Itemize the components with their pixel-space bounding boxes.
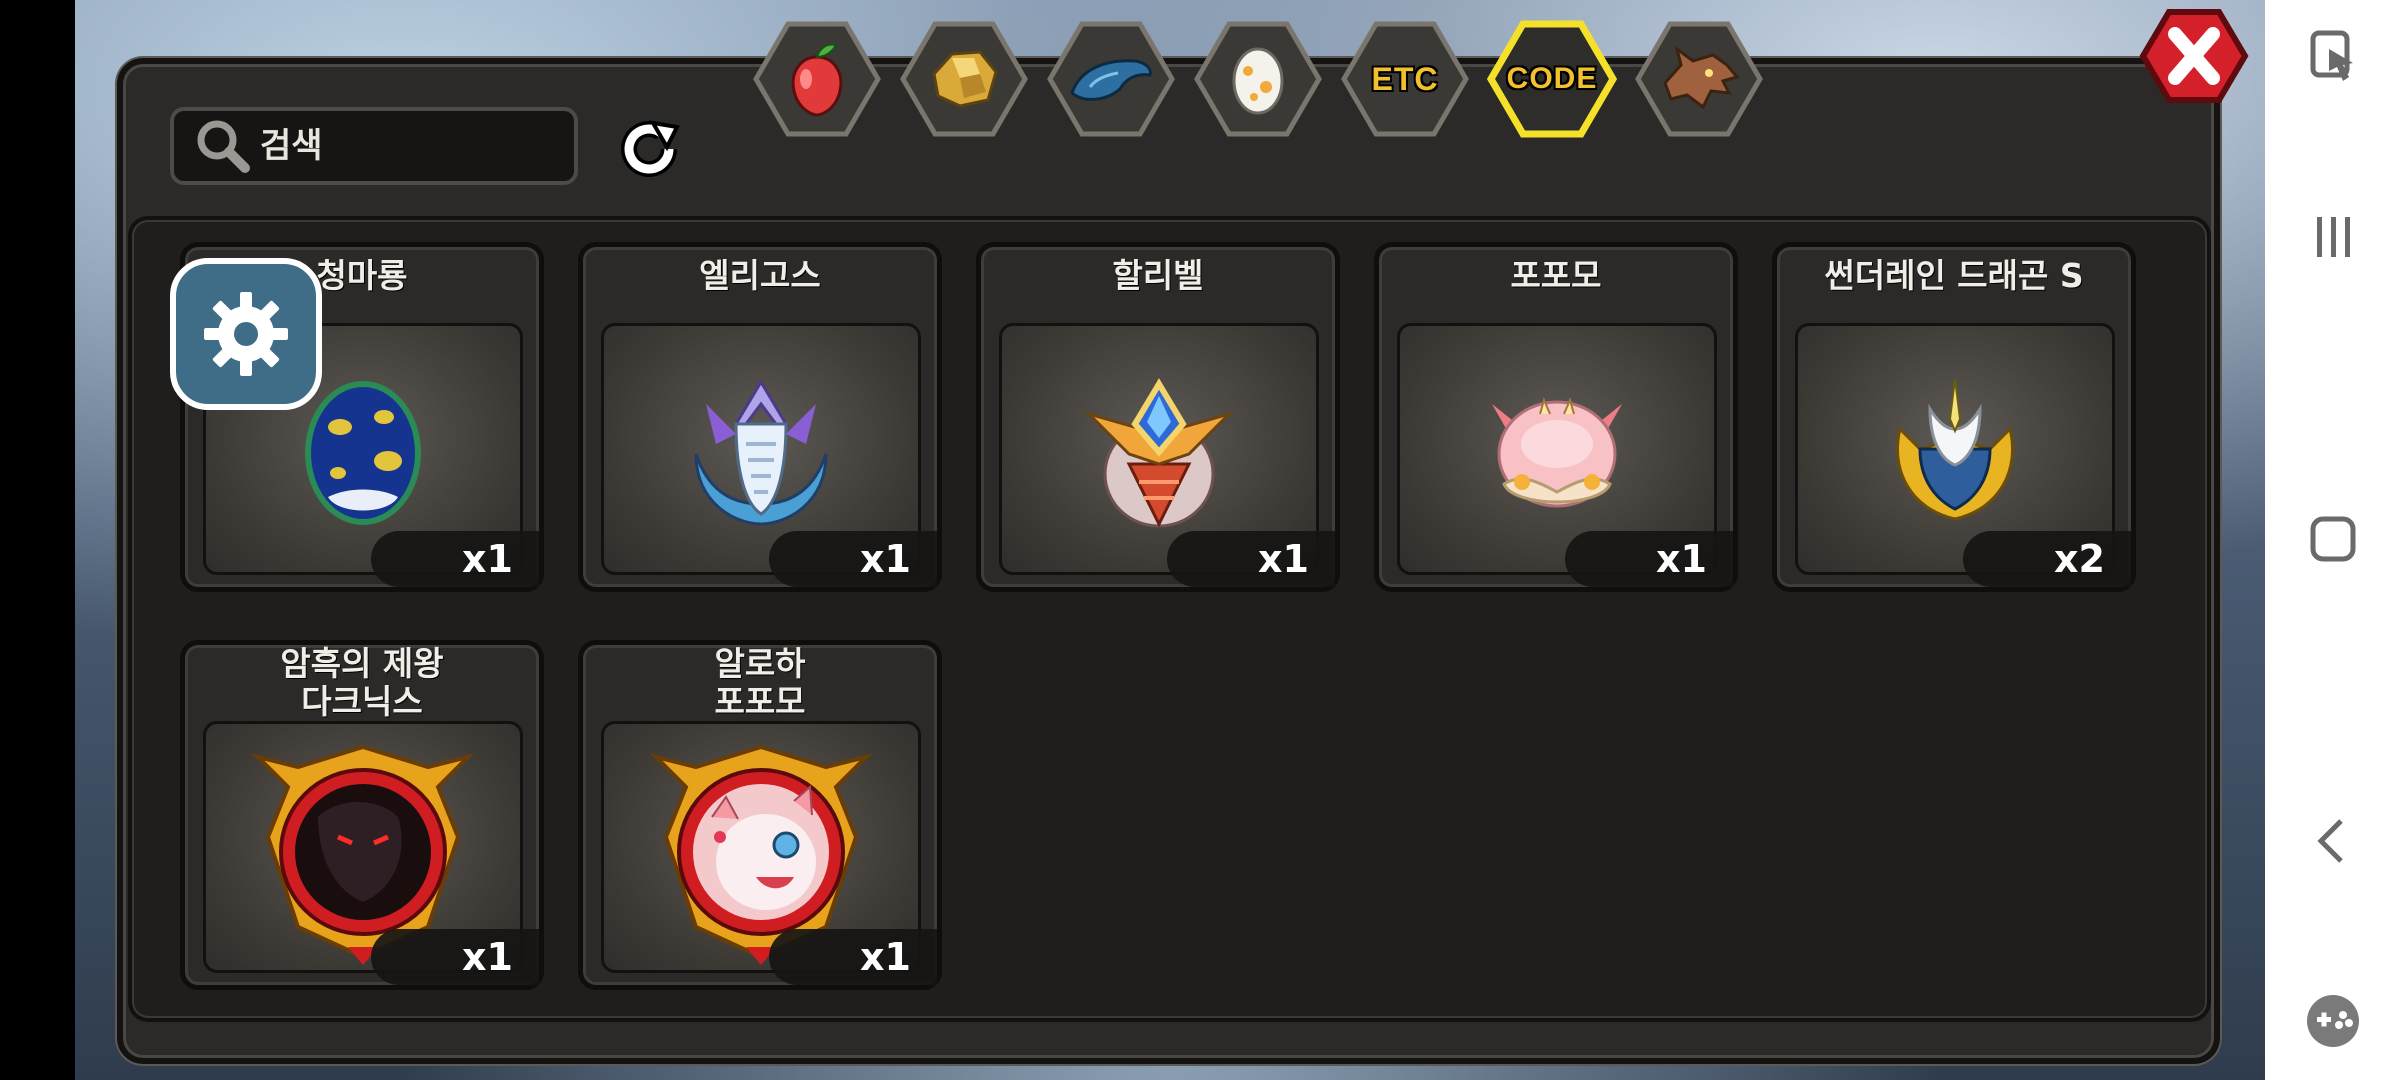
tab-dragon[interactable] bbox=[1634, 20, 1764, 138]
item-name: 할리벨 bbox=[1112, 256, 1204, 295]
refresh-button[interactable] bbox=[612, 112, 686, 186]
item-name-line2: 다크닉스 bbox=[301, 682, 423, 721]
item-count: x1 bbox=[371, 929, 539, 985]
home-button[interactable] bbox=[2265, 494, 2400, 584]
tab-code-label: CODE bbox=[1506, 62, 1598, 95]
tab-scale[interactable] bbox=[1046, 20, 1176, 138]
tab-code[interactable]: CODE bbox=[1487, 20, 1617, 138]
item-name-line1: 암흑의 제왕 bbox=[280, 644, 444, 683]
gear-icon bbox=[204, 292, 288, 376]
item-count: x1 bbox=[371, 531, 539, 587]
item-card-3[interactable]: 할리벨 x1 bbox=[976, 242, 1340, 592]
item-name: 포포모 bbox=[1510, 256, 1602, 295]
back-icon bbox=[2316, 819, 2343, 863]
item-card-6[interactable]: 암흑의 제왕 다크닉스 x1 bbox=[180, 640, 544, 990]
tab-fruit[interactable] bbox=[752, 20, 882, 138]
tab-etc-label: ETC bbox=[1371, 60, 1439, 97]
search-input[interactable] bbox=[258, 125, 552, 167]
home-icon bbox=[2310, 516, 2355, 562]
close-icon bbox=[2139, 9, 2249, 103]
gold-ore-icon bbox=[932, 50, 998, 108]
game-controller-icon bbox=[2306, 995, 2359, 1047]
recent-apps-button[interactable] bbox=[2265, 192, 2400, 282]
tab-ore[interactable] bbox=[899, 20, 1029, 138]
recent-apps-icon bbox=[2316, 217, 2350, 257]
search-icon bbox=[188, 111, 258, 181]
search-box[interactable] bbox=[170, 107, 578, 185]
close-button[interactable] bbox=[2138, 8, 2250, 104]
item-name-line2: 포포모 bbox=[714, 682, 806, 721]
item-count: x1 bbox=[1565, 531, 1733, 587]
popomo-icon bbox=[1492, 397, 1622, 508]
blue-egg-icon bbox=[305, 381, 421, 525]
thunderrain-emblem-icon bbox=[1895, 378, 2015, 521]
touch-lock-button[interactable] bbox=[2265, 12, 2400, 102]
item-count: x1 bbox=[769, 531, 937, 587]
item-count: x1 bbox=[769, 929, 937, 985]
item-count: x1 bbox=[1167, 531, 1335, 587]
back-button[interactable] bbox=[2265, 796, 2400, 886]
item-card-7[interactable]: 알로하 포포모 x1 bbox=[578, 640, 942, 990]
eligos-emblem-icon bbox=[694, 379, 828, 526]
item-name: 썬더레인 드래곤 S bbox=[1824, 256, 2084, 295]
egg-icon bbox=[1232, 47, 1284, 115]
tab-etc[interactable]: ETC bbox=[1340, 20, 1470, 138]
system-navigation-bar bbox=[2265, 0, 2400, 1080]
dragon-head-icon bbox=[1663, 45, 1740, 110]
item-name: 암흑의 제왕 다크닉스 bbox=[185, 645, 539, 721]
refresh-icon bbox=[621, 120, 680, 177]
item-name: 엘리고스 bbox=[699, 256, 821, 295]
touch-lock-icon bbox=[2310, 30, 2353, 81]
game-tools-button[interactable] bbox=[2265, 976, 2400, 1066]
tab-egg[interactable] bbox=[1193, 20, 1323, 138]
item-name: 알로하 포포모 bbox=[583, 645, 937, 721]
settings-button[interactable] bbox=[170, 258, 322, 410]
item-card-5[interactable]: 썬더레인 드래곤 S x2 bbox=[1772, 242, 2136, 592]
item-name-line1: 알로하 bbox=[714, 644, 806, 683]
dragon-scale-icon bbox=[1070, 59, 1152, 101]
item-card-2[interactable]: 엘리고스 x1 bbox=[578, 242, 942, 592]
halibel-emblem-icon bbox=[1083, 378, 1235, 528]
left-letterbox bbox=[0, 0, 75, 1080]
item-card-4[interactable]: 포포모 x1 bbox=[1374, 242, 1738, 592]
item-count: x2 bbox=[1963, 531, 2131, 587]
fruit-icon bbox=[791, 43, 843, 117]
